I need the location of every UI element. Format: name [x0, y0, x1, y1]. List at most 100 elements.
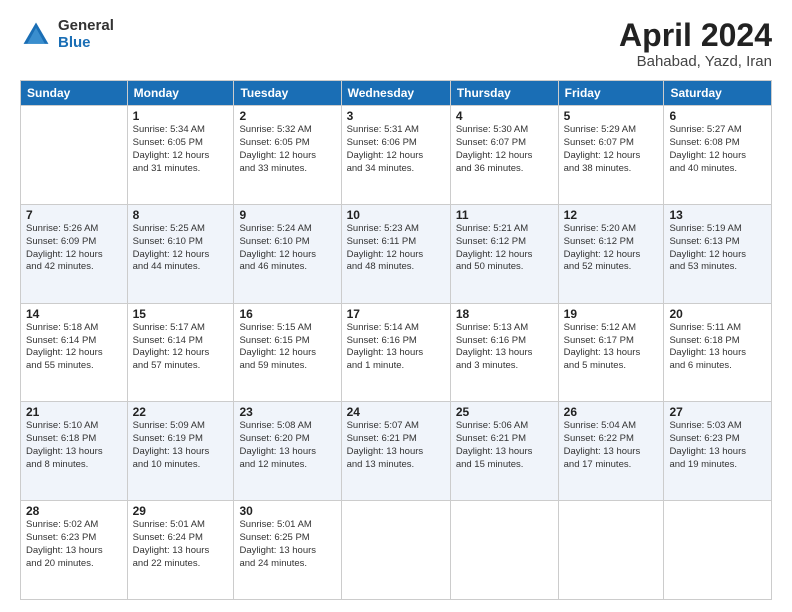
- logo: General Blue: [20, 18, 114, 51]
- calendar-header-tuesday: Tuesday: [234, 81, 341, 106]
- calendar-cell: 1Sunrise: 5:34 AM Sunset: 6:05 PM Daylig…: [127, 106, 234, 205]
- day-info: Sunrise: 5:31 AM Sunset: 6:06 PM Dayligh…: [347, 124, 445, 175]
- calendar-cell: 19Sunrise: 5:12 AM Sunset: 6:17 PM Dayli…: [558, 303, 664, 402]
- day-number: 25: [456, 405, 553, 419]
- day-info: Sunrise: 5:32 AM Sunset: 6:05 PM Dayligh…: [239, 124, 335, 175]
- day-number: 4: [456, 109, 553, 123]
- day-info: Sunrise: 5:01 AM Sunset: 6:25 PM Dayligh…: [239, 519, 335, 570]
- calendar-cell: 26Sunrise: 5:04 AM Sunset: 6:22 PM Dayli…: [558, 402, 664, 501]
- calendar-header-saturday: Saturday: [664, 81, 772, 106]
- calendar-cell: 10Sunrise: 5:23 AM Sunset: 6:11 PM Dayli…: [341, 204, 450, 303]
- day-number: 9: [239, 208, 335, 222]
- logo-blue: Blue: [58, 35, 114, 52]
- calendar-cell: 9Sunrise: 5:24 AM Sunset: 6:10 PM Daylig…: [234, 204, 341, 303]
- calendar-week-2: 7Sunrise: 5:26 AM Sunset: 6:09 PM Daylig…: [21, 204, 772, 303]
- day-number: 28: [26, 504, 122, 518]
- day-number: 20: [669, 307, 766, 321]
- calendar-week-4: 21Sunrise: 5:10 AM Sunset: 6:18 PM Dayli…: [21, 402, 772, 501]
- day-number: 12: [564, 208, 659, 222]
- sub-title: Bahabad, Yazd, Iran: [619, 53, 772, 70]
- calendar-cell: 2Sunrise: 5:32 AM Sunset: 6:05 PM Daylig…: [234, 106, 341, 205]
- day-number: 5: [564, 109, 659, 123]
- calendar-table: SundayMondayTuesdayWednesdayThursdayFrid…: [20, 80, 772, 600]
- day-number: 6: [669, 109, 766, 123]
- day-number: 3: [347, 109, 445, 123]
- day-info: Sunrise: 5:29 AM Sunset: 6:07 PM Dayligh…: [564, 124, 659, 175]
- day-number: 1: [133, 109, 229, 123]
- day-info: Sunrise: 5:01 AM Sunset: 6:24 PM Dayligh…: [133, 519, 229, 570]
- calendar-cell: 23Sunrise: 5:08 AM Sunset: 6:20 PM Dayli…: [234, 402, 341, 501]
- day-info: Sunrise: 5:19 AM Sunset: 6:13 PM Dayligh…: [669, 223, 766, 274]
- day-number: 8: [133, 208, 229, 222]
- day-info: Sunrise: 5:03 AM Sunset: 6:23 PM Dayligh…: [669, 420, 766, 471]
- day-info: Sunrise: 5:06 AM Sunset: 6:21 PM Dayligh…: [456, 420, 553, 471]
- day-info: Sunrise: 5:07 AM Sunset: 6:21 PM Dayligh…: [347, 420, 445, 471]
- day-info: Sunrise: 5:25 AM Sunset: 6:10 PM Dayligh…: [133, 223, 229, 274]
- calendar-header-thursday: Thursday: [450, 81, 558, 106]
- calendar-cell: 14Sunrise: 5:18 AM Sunset: 6:14 PM Dayli…: [21, 303, 128, 402]
- day-info: Sunrise: 5:14 AM Sunset: 6:16 PM Dayligh…: [347, 322, 445, 373]
- day-number: 23: [239, 405, 335, 419]
- day-info: Sunrise: 5:09 AM Sunset: 6:19 PM Dayligh…: [133, 420, 229, 471]
- calendar-cell: 16Sunrise: 5:15 AM Sunset: 6:15 PM Dayli…: [234, 303, 341, 402]
- day-info: Sunrise: 5:11 AM Sunset: 6:18 PM Dayligh…: [669, 322, 766, 373]
- day-number: 2: [239, 109, 335, 123]
- calendar-cell: 12Sunrise: 5:20 AM Sunset: 6:12 PM Dayli…: [558, 204, 664, 303]
- day-number: 24: [347, 405, 445, 419]
- calendar-cell: 13Sunrise: 5:19 AM Sunset: 6:13 PM Dayli…: [664, 204, 772, 303]
- day-info: Sunrise: 5:02 AM Sunset: 6:23 PM Dayligh…: [26, 519, 122, 570]
- day-info: Sunrise: 5:08 AM Sunset: 6:20 PM Dayligh…: [239, 420, 335, 471]
- calendar-week-1: 1Sunrise: 5:34 AM Sunset: 6:05 PM Daylig…: [21, 106, 772, 205]
- day-info: Sunrise: 5:10 AM Sunset: 6:18 PM Dayligh…: [26, 420, 122, 471]
- calendar-cell: 15Sunrise: 5:17 AM Sunset: 6:14 PM Dayli…: [127, 303, 234, 402]
- day-info: Sunrise: 5:04 AM Sunset: 6:22 PM Dayligh…: [564, 420, 659, 471]
- day-number: 15: [133, 307, 229, 321]
- calendar-cell: 3Sunrise: 5:31 AM Sunset: 6:06 PM Daylig…: [341, 106, 450, 205]
- calendar-cell: 27Sunrise: 5:03 AM Sunset: 6:23 PM Dayli…: [664, 402, 772, 501]
- calendar-cell: 18Sunrise: 5:13 AM Sunset: 6:16 PM Dayli…: [450, 303, 558, 402]
- day-number: 30: [239, 504, 335, 518]
- day-info: Sunrise: 5:24 AM Sunset: 6:10 PM Dayligh…: [239, 223, 335, 274]
- day-info: Sunrise: 5:12 AM Sunset: 6:17 PM Dayligh…: [564, 322, 659, 373]
- calendar-header-row: SundayMondayTuesdayWednesdayThursdayFrid…: [21, 81, 772, 106]
- day-info: Sunrise: 5:30 AM Sunset: 6:07 PM Dayligh…: [456, 124, 553, 175]
- day-number: 22: [133, 405, 229, 419]
- title-block: April 2024 Bahabad, Yazd, Iran: [619, 18, 772, 70]
- day-number: 18: [456, 307, 553, 321]
- logo-general: General: [58, 18, 114, 35]
- calendar-cell: [558, 501, 664, 600]
- day-number: 19: [564, 307, 659, 321]
- main-title: April 2024: [619, 18, 772, 53]
- calendar-cell: 21Sunrise: 5:10 AM Sunset: 6:18 PM Dayli…: [21, 402, 128, 501]
- day-info: Sunrise: 5:21 AM Sunset: 6:12 PM Dayligh…: [456, 223, 553, 274]
- logo-icon: [20, 19, 52, 51]
- day-number: 7: [26, 208, 122, 222]
- day-number: 29: [133, 504, 229, 518]
- calendar-cell: 11Sunrise: 5:21 AM Sunset: 6:12 PM Dayli…: [450, 204, 558, 303]
- calendar-header-wednesday: Wednesday: [341, 81, 450, 106]
- day-info: Sunrise: 5:18 AM Sunset: 6:14 PM Dayligh…: [26, 322, 122, 373]
- day-number: 10: [347, 208, 445, 222]
- calendar-cell: 17Sunrise: 5:14 AM Sunset: 6:16 PM Dayli…: [341, 303, 450, 402]
- day-number: 16: [239, 307, 335, 321]
- day-info: Sunrise: 5:13 AM Sunset: 6:16 PM Dayligh…: [456, 322, 553, 373]
- calendar-cell: 20Sunrise: 5:11 AM Sunset: 6:18 PM Dayli…: [664, 303, 772, 402]
- calendar-cell: 5Sunrise: 5:29 AM Sunset: 6:07 PM Daylig…: [558, 106, 664, 205]
- calendar-cell: 7Sunrise: 5:26 AM Sunset: 6:09 PM Daylig…: [21, 204, 128, 303]
- calendar-header-friday: Friday: [558, 81, 664, 106]
- day-number: 27: [669, 405, 766, 419]
- calendar-header-sunday: Sunday: [21, 81, 128, 106]
- day-number: 21: [26, 405, 122, 419]
- day-info: Sunrise: 5:23 AM Sunset: 6:11 PM Dayligh…: [347, 223, 445, 274]
- logo-text: General Blue: [58, 18, 114, 51]
- calendar-cell: 29Sunrise: 5:01 AM Sunset: 6:24 PM Dayli…: [127, 501, 234, 600]
- calendar-week-3: 14Sunrise: 5:18 AM Sunset: 6:14 PM Dayli…: [21, 303, 772, 402]
- calendar-cell: 6Sunrise: 5:27 AM Sunset: 6:08 PM Daylig…: [664, 106, 772, 205]
- day-info: Sunrise: 5:26 AM Sunset: 6:09 PM Dayligh…: [26, 223, 122, 274]
- calendar-cell: [664, 501, 772, 600]
- calendar-cell: 30Sunrise: 5:01 AM Sunset: 6:25 PM Dayli…: [234, 501, 341, 600]
- page: General Blue April 2024 Bahabad, Yazd, I…: [0, 0, 792, 612]
- header: General Blue April 2024 Bahabad, Yazd, I…: [20, 18, 772, 70]
- day-number: 14: [26, 307, 122, 321]
- day-info: Sunrise: 5:17 AM Sunset: 6:14 PM Dayligh…: [133, 322, 229, 373]
